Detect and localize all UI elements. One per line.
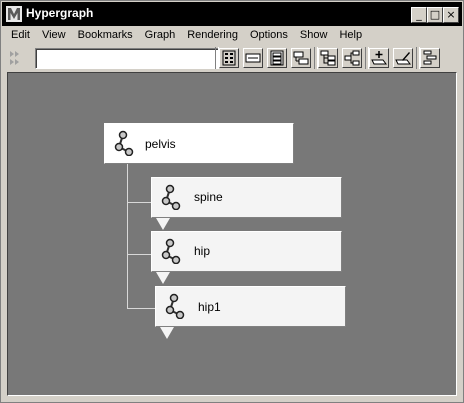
input-output-icon (344, 50, 360, 66)
frame-selection-button[interactable] (267, 48, 287, 68)
menu-view[interactable]: View (36, 27, 72, 45)
close-button[interactable]: × (443, 7, 459, 23)
frame-hierarchy-button[interactable] (291, 48, 311, 68)
toolbar (5, 46, 461, 70)
node-spine[interactable]: spine (151, 177, 342, 218)
minimize-button[interactable]: _ (411, 7, 427, 23)
menu-graph[interactable]: Graph (139, 27, 182, 45)
menu-options[interactable]: Options (244, 27, 294, 45)
expand-collapse-arrows-icon[interactable] (9, 48, 33, 68)
frame-all-icon (245, 53, 261, 63)
frame-hierarchy-icon (293, 51, 309, 65)
maximize-button[interactable]: □ (427, 7, 443, 23)
graph-layout-button[interactable] (420, 48, 440, 68)
node-label: hip1 (198, 300, 221, 314)
hypergraph-window: Hypergraph _ □ × Edit View Bookmarks Gra… (0, 0, 464, 403)
menu-rendering[interactable]: Rendering (181, 27, 244, 45)
node-hip1[interactable]: hip1 (155, 286, 346, 327)
expand-triangle-icon[interactable] (156, 272, 170, 284)
up-downstream-button[interactable] (318, 48, 338, 68)
scene-hierarchy-button[interactable] (219, 48, 239, 68)
maya-logo-icon (6, 6, 22, 22)
menu-edit[interactable]: Edit (5, 27, 36, 45)
node-pelvis[interactable]: pelvis (104, 123, 294, 164)
node-hip[interactable]: hip (151, 231, 342, 272)
node-label: pelvis (145, 137, 176, 151)
connection-line (127, 308, 157, 309)
node-label: hip (194, 244, 211, 258)
title-bar[interactable]: Hypergraph _ □ × (2, 2, 462, 26)
menu-bookmarks[interactable]: Bookmarks (72, 27, 139, 45)
graph-layout-icon (423, 50, 437, 65)
connection-line (127, 202, 153, 203)
frame-all-button[interactable] (243, 48, 263, 68)
add-bookmark-button[interactable] (369, 48, 389, 68)
connection-line (127, 254, 153, 255)
expand-triangle-icon[interactable] (156, 218, 170, 230)
node-label: spine (194, 190, 223, 204)
joint-icon (114, 130, 134, 156)
add-bookmark-icon (371, 51, 387, 65)
menu-help[interactable]: Help (333, 27, 368, 45)
up-downstream-icon (320, 50, 336, 66)
window-title: Hypergraph (26, 6, 94, 20)
menu-bar: Edit View Bookmarks Graph Rendering Opti… (5, 27, 368, 45)
frame-selection-icon (270, 50, 284, 66)
scene-hierarchy-icon (222, 50, 236, 66)
expand-triangle-icon[interactable] (160, 327, 174, 339)
edit-bookmark-icon (395, 52, 411, 65)
joint-icon (161, 184, 181, 210)
input-output-button[interactable] (342, 48, 362, 68)
joint-icon (161, 238, 181, 264)
edit-bookmark-button[interactable] (393, 48, 413, 68)
graph-canvas[interactable]: pelvis spine hip hip1 (7, 72, 457, 396)
connection-line (127, 164, 128, 308)
bookmark-input[interactable] (35, 48, 219, 69)
menu-show[interactable]: Show (294, 27, 334, 45)
joint-icon (165, 293, 185, 319)
